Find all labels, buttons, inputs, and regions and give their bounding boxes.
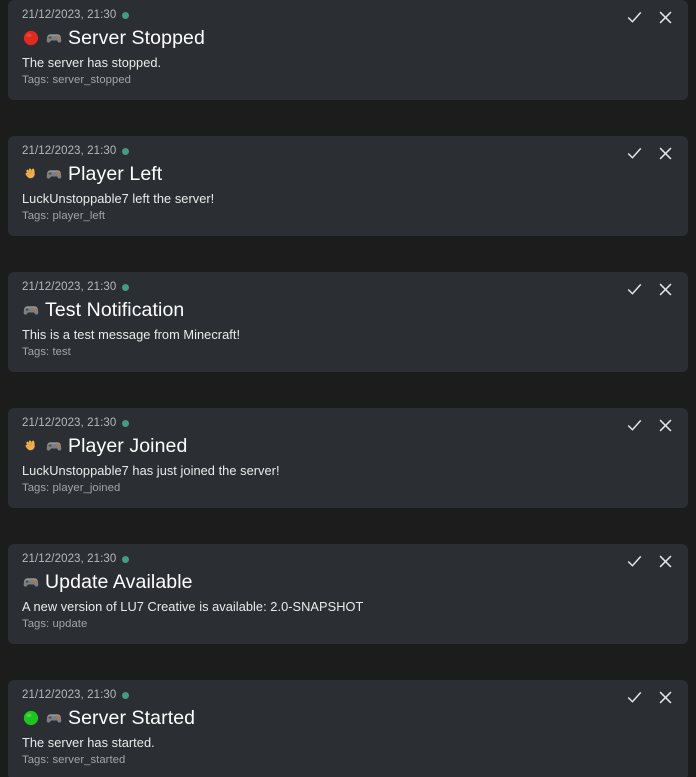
- notification-card[interactable]: 21/12/2023, 21:30 Test Notification This i…: [8, 272, 688, 372]
- close-icon[interactable]: [656, 144, 674, 162]
- notification-title-text: Player Joined: [68, 435, 188, 457]
- notification-title-text: Server Started: [68, 707, 196, 729]
- check-icon[interactable]: [625, 144, 643, 162]
- notification-title-text: Test Notification: [45, 299, 185, 321]
- notification-timestamp: 21/12/2023, 21:30: [22, 417, 117, 429]
- close-icon[interactable]: [656, 552, 674, 570]
- notification-actions: [625, 144, 674, 162]
- close-icon[interactable]: [656, 8, 674, 26]
- notification-title-text: Update Available: [45, 571, 193, 593]
- unread-status-dot: [122, 555, 130, 563]
- notification-tags: Tags: player_joined: [22, 482, 121, 494]
- notification-actions: [625, 688, 674, 706]
- unread-status-dot: [122, 419, 130, 427]
- notification-title-text: Player Left: [68, 163, 163, 185]
- notification-title: Player Left: [22, 161, 674, 187]
- notification-meta: 21/12/2023, 21:30: [22, 688, 674, 702]
- unread-status-dot: [122, 691, 130, 699]
- notification-tags: Tags: test: [22, 346, 71, 358]
- notification-card[interactable]: 21/12/2023, 21:30 Server Started The serve…: [8, 680, 688, 777]
- unread-status-dot: [122, 11, 130, 19]
- notification-tags: Tags: server_started: [22, 754, 126, 766]
- check-icon[interactable]: [625, 688, 643, 706]
- notification-title: Server Stopped: [22, 25, 674, 51]
- notification-meta: 21/12/2023, 21:30: [22, 280, 674, 294]
- close-icon[interactable]: [656, 688, 674, 706]
- notification-meta: 21/12/2023, 21:30: [22, 144, 674, 158]
- green-circle-icon: [22, 709, 40, 727]
- video-game-controller-icon: [22, 301, 40, 319]
- notification-body: This is a test message from Minecraft!: [22, 327, 241, 342]
- notification-tags: Tags: server_stopped: [22, 74, 132, 86]
- notification-meta: 21/12/2023, 21:30: [22, 416, 674, 430]
- notification-body: The server has stopped.: [22, 55, 162, 70]
- notification-timestamp: 21/12/2023, 21:30: [22, 553, 117, 565]
- video-game-controller-icon: [45, 29, 63, 47]
- video-game-controller-icon: [22, 573, 40, 591]
- notification-card[interactable]: 21/12/2023, 21:30 Update Available A new v…: [8, 544, 688, 644]
- notification-body: LuckUnstoppable7 left the server!: [22, 191, 215, 206]
- notification-card[interactable]: 21/12/2023, 21:30 Server Stopped The serve…: [8, 0, 688, 100]
- notification-timestamp: 21/12/2023, 21:30: [22, 9, 117, 21]
- unread-status-dot: [122, 147, 130, 155]
- notification-tags: Tags: update: [22, 618, 88, 630]
- waving-hand-icon: [22, 165, 40, 183]
- video-game-controller-icon: [45, 165, 63, 183]
- notification-timestamp: 21/12/2023, 21:30: [22, 281, 117, 293]
- notification-actions: [625, 280, 674, 298]
- notification-card[interactable]: 21/12/2023, 21:30 Player Left LuckUnstoppa…: [8, 136, 688, 236]
- notification-timestamp: 21/12/2023, 21:30: [22, 145, 117, 157]
- check-icon[interactable]: [625, 552, 643, 570]
- check-icon[interactable]: [625, 280, 643, 298]
- notification-card[interactable]: 21/12/2023, 21:30 Player Joined LuckUnstop…: [8, 408, 688, 508]
- notification-actions: [625, 416, 674, 434]
- close-icon[interactable]: [656, 416, 674, 434]
- close-icon[interactable]: [656, 280, 674, 298]
- waving-hand-icon: [22, 437, 40, 455]
- notification-tags: Tags: player_left: [22, 210, 106, 222]
- notification-meta: 21/12/2023, 21:30: [22, 552, 674, 566]
- notification-title: Update Available: [22, 569, 674, 595]
- notification-list: 21/12/2023, 21:30 Server Stopped The serve…: [0, 0, 696, 777]
- notification-body: A new version of LU7 Creative is availab…: [22, 599, 364, 614]
- check-icon[interactable]: [625, 416, 643, 434]
- notification-title: Test Notification: [22, 297, 674, 323]
- notification-title-text: Server Stopped: [68, 27, 205, 49]
- check-icon[interactable]: [625, 8, 643, 26]
- video-game-controller-icon: [45, 437, 63, 455]
- notification-body: The server has started.: [22, 735, 155, 750]
- notification-body: LuckUnstoppable7 has just joined the ser…: [22, 463, 280, 478]
- notification-meta: 21/12/2023, 21:30: [22, 8, 674, 22]
- notification-title: Player Joined: [22, 433, 674, 459]
- notification-timestamp: 21/12/2023, 21:30: [22, 689, 117, 701]
- notification-actions: [625, 552, 674, 570]
- unread-status-dot: [122, 283, 130, 291]
- video-game-controller-icon: [45, 709, 63, 727]
- red-circle-icon: [22, 29, 40, 47]
- notification-title: Server Started: [22, 705, 674, 731]
- notification-actions: [625, 8, 674, 26]
